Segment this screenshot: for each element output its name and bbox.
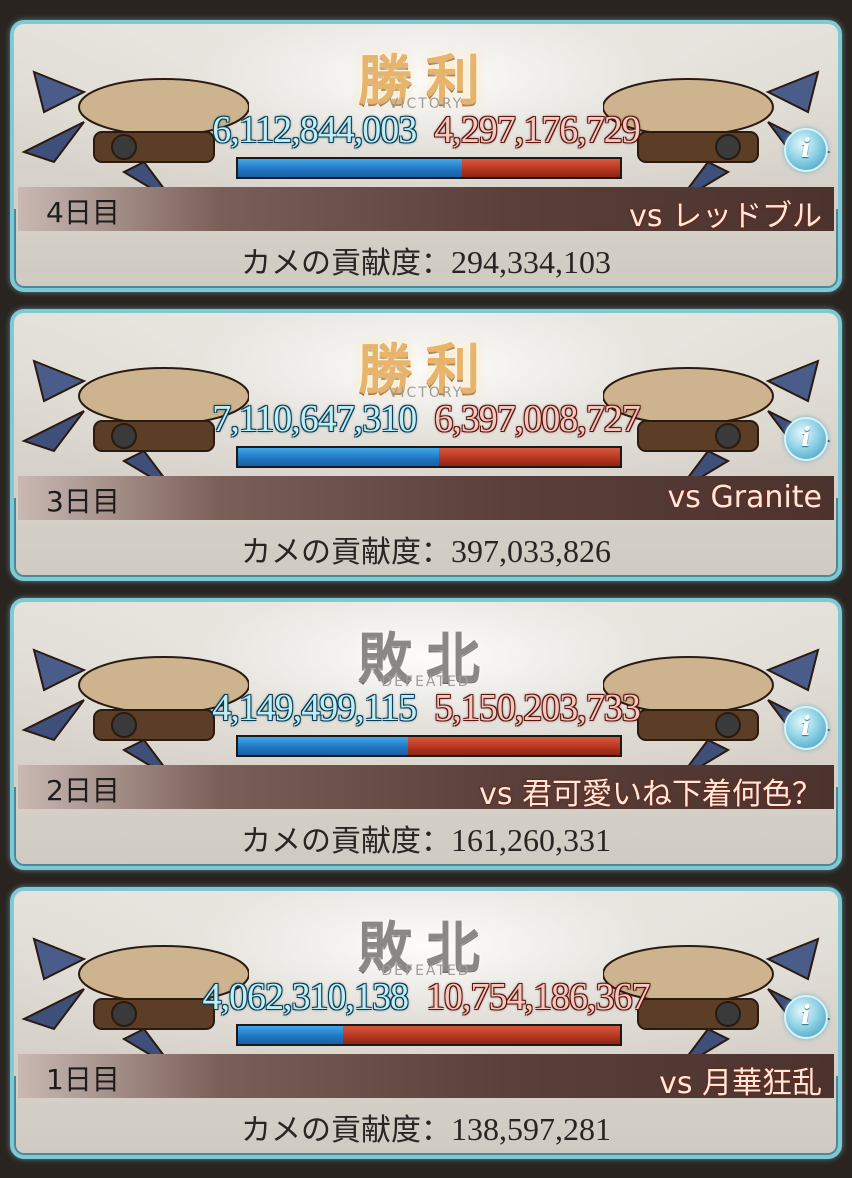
own-score: 6,112,844,003 xyxy=(212,109,417,151)
match-strip: 4日目 vs レッドブル xyxy=(18,187,834,234)
result-card: 敗北 DEFEATED 4,062,310,138 10,754,186,367… xyxy=(10,887,842,1159)
day-label: 3日目 xyxy=(46,485,120,518)
opponent-name: vs Granite xyxy=(667,480,822,515)
score-row: 4,149,499,115 5,150,203,733 xyxy=(14,686,838,730)
result-banner: 敗北 DEFEATED 4,062,310,138 10,754,186,367… xyxy=(14,891,838,1076)
contribution: カメの貢献度：294,334,103 xyxy=(14,238,838,282)
score-row: 6,112,844,003 4,297,176,729 xyxy=(14,108,838,152)
info-icon[interactable]: i xyxy=(784,417,828,461)
score-ratio-bar xyxy=(236,735,622,757)
opponent-score: 6,397,008,727 xyxy=(434,398,640,440)
match-strip: 1日目 vs 月華狂乱 xyxy=(18,1054,834,1101)
day-label: 4日目 xyxy=(46,196,120,229)
own-bar-fill xyxy=(238,448,439,466)
contribution-value: 138,597,281 xyxy=(451,1111,611,1147)
contribution-label: カメの貢献度： xyxy=(241,1113,451,1148)
opponent-bar-fill xyxy=(408,737,620,755)
contribution: カメの貢献度：397,033,826 xyxy=(14,527,838,571)
own-bar-fill xyxy=(238,1026,343,1044)
contribution-value: 161,260,331 xyxy=(451,822,611,858)
contribution-label: カメの貢献度： xyxy=(241,246,451,281)
day-label: 1日目 xyxy=(46,1063,120,1096)
own-bar-fill xyxy=(238,159,463,177)
opponent-score: 5,150,203,733 xyxy=(434,687,640,729)
contribution-value: 294,334,103 xyxy=(451,244,611,280)
contribution-label: カメの貢献度： xyxy=(241,535,451,570)
result-banner: 敗北 DEFEATED 4,149,499,115 5,150,203,733 … xyxy=(14,602,838,787)
opponent-score: 10,754,186,367 xyxy=(426,976,650,1018)
result-card: 敗北 DEFEATED 4,149,499,115 5,150,203,733 … xyxy=(10,598,842,870)
result-banner: 勝利 VICTORY 7,110,647,310 6,397,008,727 i xyxy=(14,313,838,498)
info-icon[interactable]: i xyxy=(784,128,828,172)
result-banner: 勝利 VICTORY 6,112,844,003 4,297,176,729 i xyxy=(14,24,838,209)
score-ratio-bar xyxy=(236,157,622,179)
contribution: カメの貢献度：138,597,281 xyxy=(14,1105,838,1149)
contribution: カメの貢献度：161,260,331 xyxy=(14,816,838,860)
info-icon[interactable]: i xyxy=(784,706,828,750)
opponent-name: vs 君可愛いね下着何色？ xyxy=(479,777,822,812)
own-score: 7,110,647,310 xyxy=(212,398,417,440)
score-row: 7,110,647,310 6,397,008,727 xyxy=(14,397,838,441)
result-card: 勝利 VICTORY 6,112,844,003 4,297,176,729 i… xyxy=(10,20,842,292)
score-row: 4,062,310,138 10,754,186,367 xyxy=(14,975,838,1019)
battle-history: 勝利 VICTORY 6,112,844,003 4,297,176,729 i… xyxy=(0,0,852,1178)
match-strip: 2日目 vs 君可愛いね下着何色？ xyxy=(18,765,834,812)
opponent-name: vs 月華狂乱 xyxy=(659,1066,822,1101)
opponent-name: vs レッドブル xyxy=(629,199,822,234)
result-card: 勝利 VICTORY 7,110,647,310 6,397,008,727 i… xyxy=(10,309,842,581)
day-label: 2日目 xyxy=(46,774,120,807)
opponent-bar-fill xyxy=(438,448,620,466)
match-strip: 3日目 vs Granite xyxy=(18,476,834,520)
contribution-label: カメの貢献度： xyxy=(241,824,451,859)
opponent-bar-fill xyxy=(342,1026,620,1044)
own-score: 4,062,310,138 xyxy=(202,976,409,1018)
own-score: 4,149,499,115 xyxy=(212,687,417,729)
score-ratio-bar xyxy=(236,446,622,468)
contribution-value: 397,033,826 xyxy=(451,533,611,569)
opponent-bar-fill xyxy=(462,159,620,177)
score-ratio-bar xyxy=(236,1024,622,1046)
opponent-score: 4,297,176,729 xyxy=(434,109,640,151)
info-icon[interactable]: i xyxy=(784,995,828,1039)
own-bar-fill xyxy=(238,737,409,755)
